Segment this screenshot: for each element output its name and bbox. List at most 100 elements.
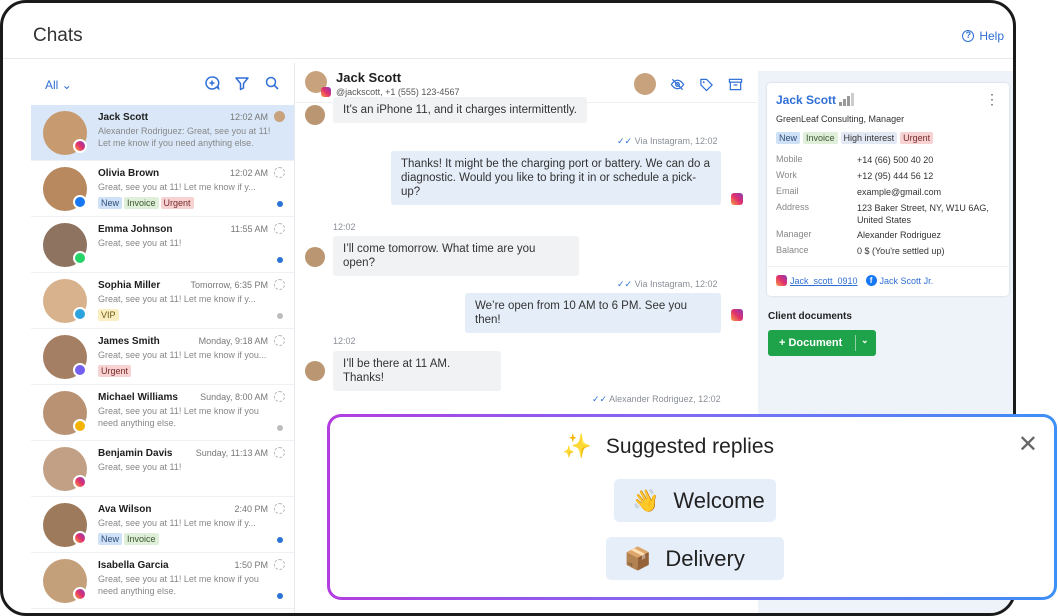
chat-time: Tomorrow, 6:35 PM xyxy=(190,280,268,290)
chevron-down-icon[interactable]: ⌄ xyxy=(861,335,869,346)
new-chat-icon[interactable] xyxy=(204,75,220,91)
chat-name: Sophia Miller xyxy=(98,280,161,291)
read-check-icon: ✓✓ xyxy=(617,279,633,289)
chat-list-item[interactable]: Jack Scott 12:02 AM Alexander Rodriguez: G… xyxy=(31,105,294,161)
chat-name: Jack Scott xyxy=(98,112,149,123)
help-icon: ? xyxy=(962,30,975,42)
contact-avatar-small xyxy=(305,105,325,125)
tag-badge: New xyxy=(776,132,801,144)
message-outgoing: We’re open from 10 AM to 6 PM. See you t… xyxy=(465,293,721,333)
chat-list-item[interactable]: Ava Wilson 2:40 PM Great, see you at 11! L… xyxy=(31,497,294,553)
chat-name: Olivia Brown xyxy=(98,168,160,179)
chat-time: Monday, 9:18 AM xyxy=(198,336,268,346)
instagram-icon xyxy=(73,139,87,153)
chat-list-item[interactable]: Michael Williams Sunday, 8:00 AM Great, se… xyxy=(31,385,294,441)
message-meta: ✓✓ Via Instagram, 12:02 xyxy=(617,279,718,289)
all-filter-label: All xyxy=(45,78,59,92)
contact-name[interactable]: Jack Scott xyxy=(776,93,836,107)
message-outgoing: Thanks! It might be the charging port or… xyxy=(391,151,721,205)
assignee-avatar[interactable] xyxy=(634,73,656,95)
suggested-replies-popup: ✨ Suggested replies ✕ 👋 Welcome 📦 Delive… xyxy=(327,414,1057,600)
tag-badge: Invoice xyxy=(124,197,159,209)
chat-time: 12:02 AM xyxy=(229,168,268,178)
message-time: 12:02 xyxy=(333,336,356,346)
conversation-subtitle: @jackscott, +1 (555) 123-4567 xyxy=(336,87,460,97)
tag-badge: Urgent xyxy=(900,132,934,144)
chat-time: 11:55 AM xyxy=(230,224,268,234)
facebook-link[interactable]: f Jack Scott Jr. xyxy=(865,275,933,286)
hide-icon[interactable] xyxy=(670,77,685,92)
field-value: 123 Baker Street, NY, W1U 6AG, United St… xyxy=(857,203,989,225)
field-label: Email xyxy=(776,186,799,196)
unread-dot xyxy=(277,257,283,263)
reply-welcome-button[interactable]: 👋 Welcome xyxy=(614,479,776,522)
message-meta: ✓✓ Via Instagram, 12:02 xyxy=(617,136,718,146)
more-options-icon[interactable]: ⋮ xyxy=(985,91,999,108)
chat-list: Jack Scott 12:02 AM Alexander Rodriguez: G… xyxy=(31,105,294,609)
field-value: example@gmail.com xyxy=(857,187,942,197)
whatsapp-icon xyxy=(73,251,87,265)
field-value: Alexander Rodriguez xyxy=(857,230,942,240)
search-icon[interactable] xyxy=(264,75,280,91)
chat-list-item[interactable]: Emma Johnson 11:55 AM Great, see you at 11… xyxy=(31,217,294,273)
instagram-icon xyxy=(73,587,87,601)
facebook-icon xyxy=(73,195,87,209)
help-link[interactable]: ? Help xyxy=(962,29,1004,43)
chat-time: 2:40 PM xyxy=(234,504,268,514)
client-documents-label: Client documents xyxy=(768,311,852,322)
chat-preview: Great, see you at 11! Let me know if y..… xyxy=(98,294,256,304)
telegram-icon xyxy=(73,307,87,321)
tag-badge: New xyxy=(98,197,123,209)
field-value: +12 (95) 444 56 12 xyxy=(857,171,934,181)
read-check-icon: ✓✓ xyxy=(592,394,608,404)
chat-list-item[interactable]: Olivia Brown 12:02 AM Great, see you at 11… xyxy=(31,161,294,217)
chat-time: 1:50 PM xyxy=(234,560,268,570)
conversation-title[interactable]: Jack Scott xyxy=(336,70,401,85)
instagram-link[interactable]: Jack_scott_0910 xyxy=(776,275,858,286)
chat-list-item[interactable]: Isabella Garcia 1:50 PM Great, see you at … xyxy=(31,553,294,609)
chat-preview: Great, see you at 11! Let me know if y..… xyxy=(98,182,256,192)
contact-socials: Jack_scott_0910 f Jack Scott Jr. xyxy=(767,266,1009,294)
chat-name: Emma Johnson xyxy=(98,224,173,235)
instagram-icon xyxy=(321,87,331,97)
chat-name: James Smith xyxy=(98,336,160,347)
tag-badge: Urgent xyxy=(98,365,132,377)
unread-dot xyxy=(277,201,283,207)
chat-preview: Great, see you at 11! Let me know if you… xyxy=(98,406,259,428)
waving-hand-icon: 👋 xyxy=(632,487,660,513)
chat-time: Sunday, 11:13 AM xyxy=(195,448,268,458)
message-meta: ✓✓ Alexander Rodriguez, 12:02 xyxy=(592,394,721,404)
signal-icon xyxy=(839,93,854,106)
chat-list-item[interactable]: Sophia Miller Tomorrow, 6:35 PM Great, see… xyxy=(31,273,294,329)
chat-tags: New Invoice xyxy=(98,533,159,545)
chat-preview: Great, see you at 11! xyxy=(98,462,182,472)
filter-icon[interactable] xyxy=(234,75,250,91)
all-filter-dropdown[interactable]: All ⌄ xyxy=(45,78,72,92)
field-label: Balance xyxy=(776,245,809,255)
unread-dot xyxy=(277,425,283,431)
message-incoming: I’ll come tomorrow. What time are you op… xyxy=(333,236,579,276)
close-icon[interactable]: ✕ xyxy=(1018,433,1038,457)
reply-delivery-button[interactable]: 📦 Delivery xyxy=(606,537,784,580)
field-label: Address xyxy=(776,202,810,212)
instagram-icon xyxy=(776,275,787,286)
chat-list-item[interactable]: James Smith Monday, 9:18 AM Great, see you… xyxy=(31,329,294,385)
field-label: Manager xyxy=(776,229,812,239)
add-document-button[interactable]: + Document ⌄ xyxy=(768,330,876,356)
assignee-icon xyxy=(274,503,285,514)
help-label: Help xyxy=(979,29,1004,43)
contact-tags: New Invoice High interest Urgent xyxy=(776,132,934,144)
chat-list-item[interactable]: Benjamin Davis Sunday, 11:13 AM Great, see… xyxy=(31,441,294,497)
archive-icon[interactable] xyxy=(728,77,743,92)
chat-tags: VIP xyxy=(98,309,119,321)
tag-icon[interactable] xyxy=(699,77,714,92)
tag-badge: Invoice xyxy=(803,132,838,144)
chat-tags: New Invoice Urgent xyxy=(98,197,194,209)
field-label: Mobile xyxy=(776,154,803,164)
unread-dot xyxy=(277,313,283,319)
field-value: 0 $ (You're settled up) xyxy=(857,246,945,256)
contact-avatar-small xyxy=(305,247,325,267)
chat-time: 12:02 AM xyxy=(229,112,268,122)
message-time: 12:02 xyxy=(333,222,356,232)
instagram-icon xyxy=(731,193,743,205)
